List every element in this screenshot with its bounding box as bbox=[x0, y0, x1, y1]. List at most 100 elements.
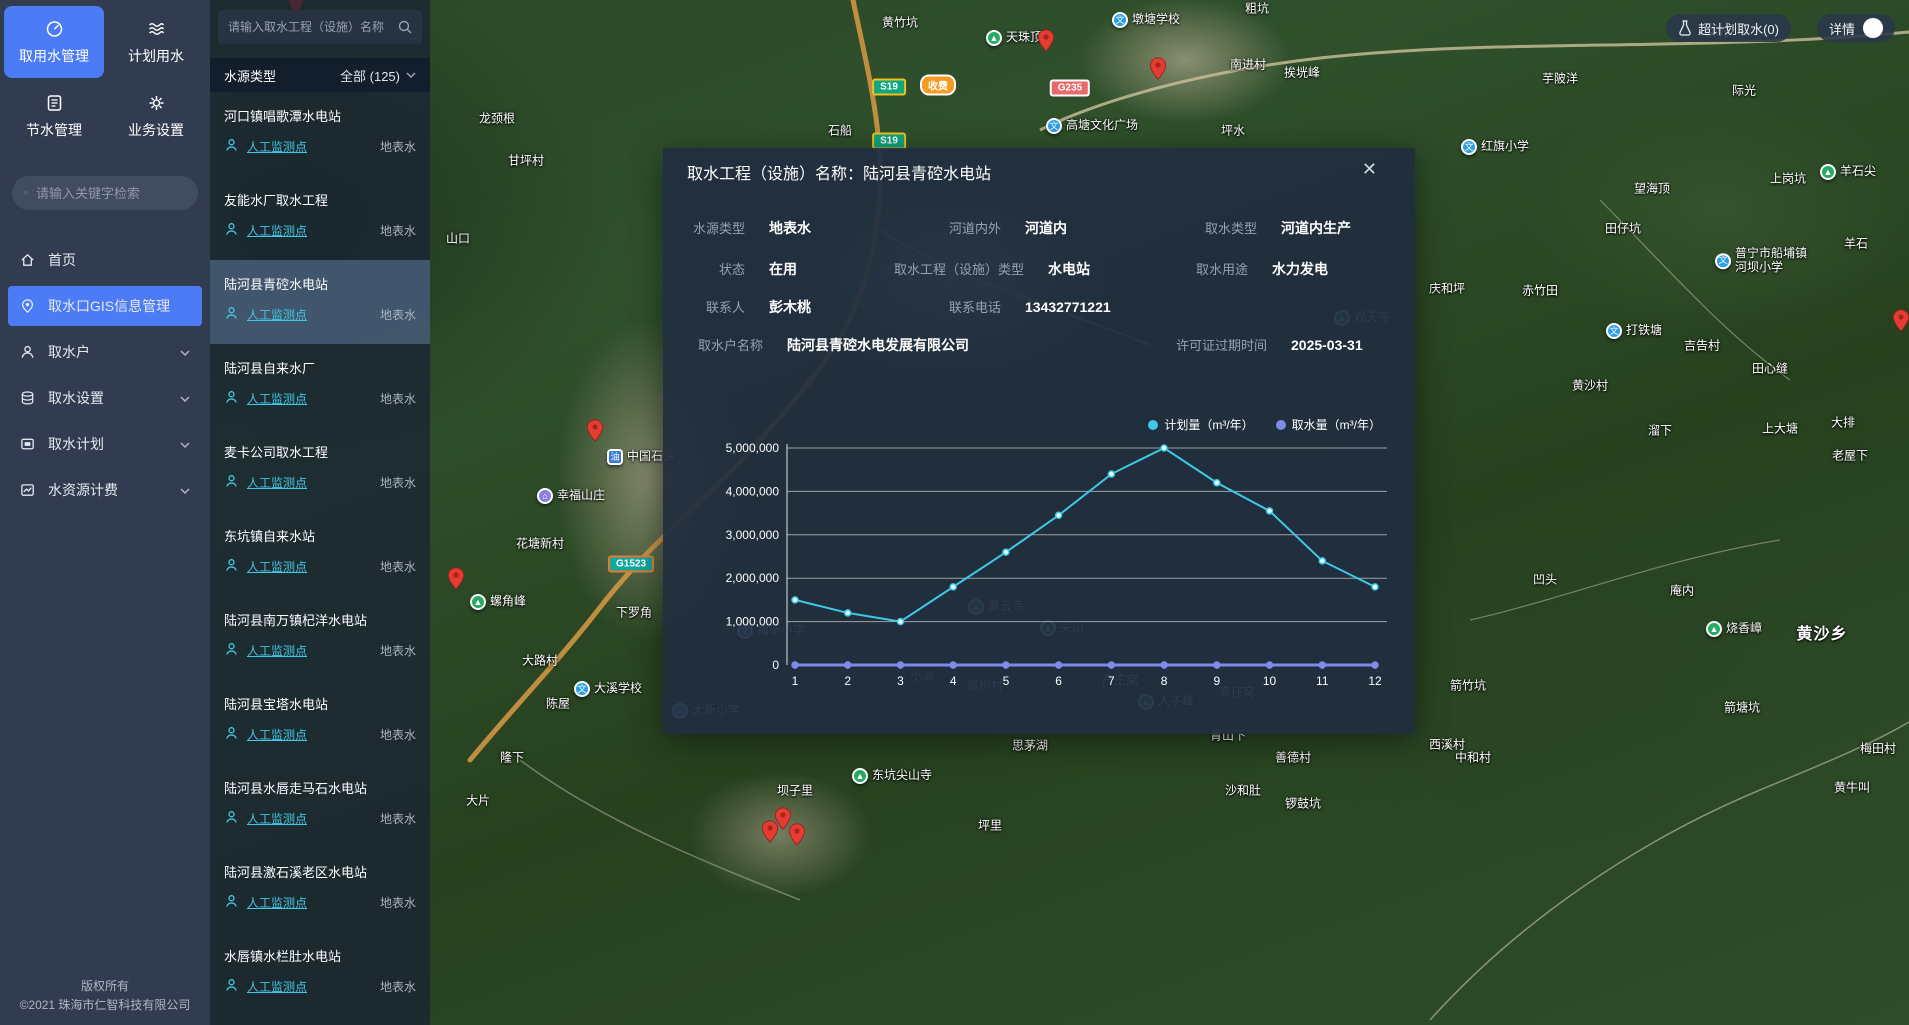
monitor-type-link[interactable]: 人工监测点 bbox=[247, 810, 307, 827]
red-pin-marker[interactable] bbox=[587, 419, 604, 442]
filter-value-dropdown[interactable]: 全部 (125) bbox=[340, 66, 416, 85]
app-tile-1[interactable]: 取用水管理 bbox=[4, 6, 104, 78]
monitor-type-link[interactable]: 人工监测点 bbox=[247, 474, 307, 491]
app-tile-3[interactable]: 节水管理 bbox=[4, 80, 104, 152]
map-place-label: 善德村 bbox=[1275, 749, 1311, 766]
station-list-item[interactable]: 陆河县南万镇杞洋水电站人工监测点地表水 bbox=[210, 596, 430, 680]
monitor-type-link[interactable]: 人工监测点 bbox=[247, 642, 307, 659]
chart-data-point bbox=[1372, 662, 1378, 668]
filter-value: 全部 (125) bbox=[340, 66, 400, 85]
map-place-label: 梅田村 bbox=[1860, 740, 1896, 757]
station-name: 陆河县自来水厂 bbox=[224, 358, 416, 377]
red-pin-marker[interactable] bbox=[1038, 29, 1055, 52]
field-label: 联系电话 bbox=[874, 297, 1001, 316]
modal-field-row: 取水户名称陆河县青硿水电发展有限公司许可证过期时间2025-03-31 bbox=[663, 335, 1415, 355]
water-source-type: 地表水 bbox=[380, 558, 416, 575]
water-source-type: 地表水 bbox=[380, 222, 416, 239]
chart-tick-label: 5 bbox=[1003, 674, 1010, 688]
map-place-label: 锣鼓坑 bbox=[1285, 795, 1321, 812]
modal-field-row: 联系人彭木桃联系电话13432771221 bbox=[663, 297, 1415, 317]
station-list-item[interactable]: 陆河县宝塔水电站人工监测点地表水 bbox=[210, 680, 430, 764]
red-pin-marker[interactable] bbox=[762, 820, 779, 843]
map-place-label: 箭竹坑 bbox=[1450, 677, 1486, 694]
station-list-item[interactable]: 陆河县水唇走马石水电站人工监测点地表水 bbox=[210, 764, 430, 848]
sidebar-search-input[interactable] bbox=[36, 186, 186, 201]
legend-item[interactable]: 计划量（m³/年） bbox=[1148, 416, 1253, 433]
sidebar-item-3[interactable]: 取水户 bbox=[8, 332, 202, 372]
app-tile-2[interactable]: 计划用水 bbox=[106, 6, 206, 78]
billing-icon bbox=[20, 482, 36, 499]
monitor-type-link[interactable]: 人工监测点 bbox=[247, 306, 307, 323]
map-place-label: 黄牛叫 bbox=[1834, 779, 1870, 796]
sidebar-item-4[interactable]: 取水设置 bbox=[8, 378, 202, 418]
station-list-item[interactable]: 水唇镇水栏肚水电站人工监测点地表水 bbox=[210, 932, 430, 1016]
close-icon[interactable]: ✕ bbox=[1362, 160, 1377, 178]
monitor-type-link[interactable]: 人工监测点 bbox=[247, 894, 307, 911]
sidebar-item-1[interactable]: 首页 bbox=[8, 240, 202, 280]
detail-toggle-pill[interactable]: 详情 bbox=[1817, 14, 1895, 42]
map-poi-label: 河坝小学 bbox=[1735, 261, 1807, 275]
modal-field-row: 状态在用取水工程（设施）类型水电站取水用途水力发电 bbox=[663, 259, 1415, 279]
chart-tick-label: 6 bbox=[1055, 674, 1062, 688]
over-plan-label: 超计划取水(0) bbox=[1698, 19, 1779, 38]
map-place-label: 际光 bbox=[1732, 82, 1756, 99]
sidebar-search-box[interactable] bbox=[12, 176, 198, 210]
map-poi-blue-icon: 文墩塘学校 bbox=[1112, 12, 1180, 28]
sidebar-item-6[interactable]: 水资源计费 bbox=[8, 470, 202, 510]
blue-poi-icon: 文 bbox=[1046, 118, 1062, 134]
map-place-label: 挨垙峰 bbox=[1284, 64, 1320, 81]
monitor-type-link[interactable]: 人工监测点 bbox=[247, 138, 307, 155]
station-search-input[interactable] bbox=[228, 20, 398, 34]
field-label: 状态 bbox=[663, 259, 745, 278]
monitor-type-link[interactable]: 人工监测点 bbox=[247, 222, 307, 239]
chart-data-point bbox=[1214, 480, 1220, 486]
station-list-item[interactable]: 河口镇唱歌潭水电站人工监测点地表水 bbox=[210, 92, 430, 176]
station-meta: 人工监测点 地表水 bbox=[224, 222, 416, 239]
chart-tick-label: 10 bbox=[1263, 674, 1277, 688]
chart-data-point bbox=[1003, 549, 1009, 555]
station-name: 友能水厂取水工程 bbox=[224, 190, 416, 209]
monitor-type-link[interactable]: 人工监测点 bbox=[247, 726, 307, 743]
monitor-type-link[interactable]: 人工监测点 bbox=[247, 558, 307, 575]
legend-item[interactable]: 取水量（m³/年） bbox=[1276, 416, 1381, 433]
station-list-item[interactable]: 陆河县青硿水电站人工监测点地表水 bbox=[210, 260, 430, 344]
road-badge-g1523: G1523 bbox=[608, 556, 654, 573]
water-source-type: 地表水 bbox=[380, 978, 416, 995]
monitor-type-link[interactable]: 人工监测点 bbox=[247, 978, 307, 995]
station-list-item[interactable]: 陆河县激石溪老区水电站人工监测点地表水 bbox=[210, 848, 430, 932]
red-pin-marker[interactable] bbox=[448, 567, 465, 590]
chevron-down-icon bbox=[180, 344, 190, 360]
sidebar-item-5[interactable]: 取水计划 bbox=[8, 424, 202, 464]
gear-icon bbox=[147, 94, 165, 111]
station-search-box[interactable] bbox=[218, 10, 422, 44]
field-label: 取水户名称 bbox=[663, 335, 763, 354]
monitor-type-link[interactable]: 人工监测点 bbox=[247, 390, 307, 407]
source-type-filter-bar: 水源类型 全部 (125) bbox=[210, 58, 430, 92]
red-pin-marker[interactable] bbox=[1893, 309, 1909, 332]
station-list-item[interactable]: 友能水厂取水工程人工监测点 地表水 bbox=[210, 176, 430, 260]
water-source-type: 地表水 bbox=[380, 138, 416, 155]
chart-tick-label: 3 bbox=[897, 674, 904, 688]
station-list-item[interactable]: 麦卡公司取水工程人工监测点地表水 bbox=[210, 428, 430, 512]
chevron-down-icon bbox=[180, 482, 190, 498]
over-plan-alert-pill[interactable]: 超计划取水(0) bbox=[1666, 14, 1791, 42]
station-name: 陆河县水唇走马石水电站 bbox=[224, 778, 416, 797]
map-place-label: 思茅湖 bbox=[1012, 737, 1048, 754]
map-place-label: 吉告村 bbox=[1684, 337, 1720, 354]
map-poi-green-icon: ▲东坑尖山寺 bbox=[852, 768, 932, 784]
red-pin-marker[interactable] bbox=[789, 823, 806, 846]
chart-data-point bbox=[1056, 512, 1062, 518]
station-list-item[interactable]: 陆河县自来水厂人工监测点地表水 bbox=[210, 344, 430, 428]
red-pin-marker[interactable] bbox=[1150, 57, 1167, 80]
map-place-label: 陈屋 bbox=[546, 695, 570, 712]
notebook-icon bbox=[45, 94, 63, 111]
green-poi-icon: ▲ bbox=[1706, 621, 1722, 637]
field-value: 彭木桃 bbox=[769, 297, 874, 317]
chart-data-point bbox=[792, 662, 798, 668]
detail-toggle-switch[interactable] bbox=[1863, 18, 1883, 38]
monitor-person-icon bbox=[224, 810, 242, 827]
app-tile-4[interactable]: 业务设置 bbox=[106, 80, 206, 152]
sidebar-item-2[interactable]: 取水口GIS信息管理 bbox=[8, 286, 202, 326]
station-list-item[interactable]: 东坑镇自来水站人工监测点地表水 bbox=[210, 512, 430, 596]
chart-data-point bbox=[897, 662, 903, 668]
